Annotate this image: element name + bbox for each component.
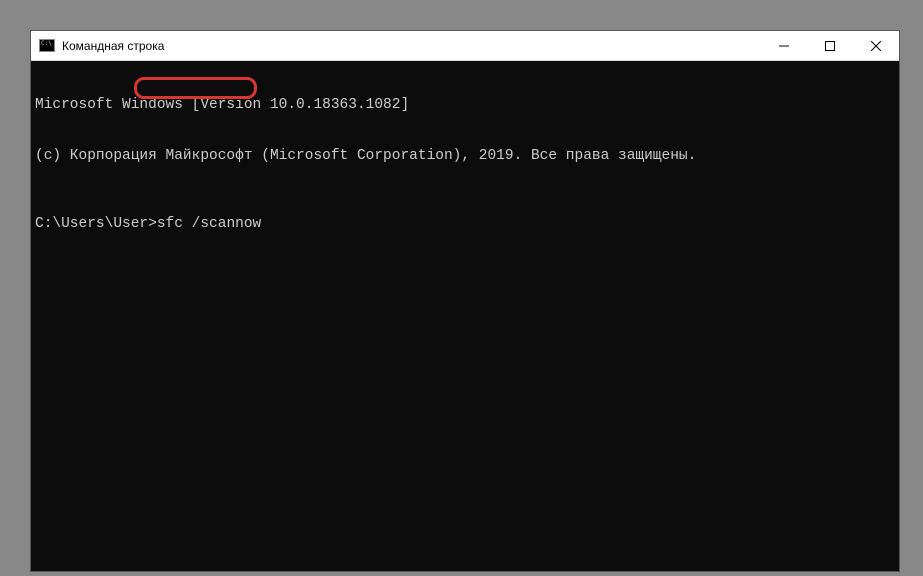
window-controls [761, 31, 899, 60]
window-titlebar[interactable]: Командная строка [31, 31, 899, 61]
maximize-icon [825, 41, 835, 51]
window-title: Командная строка [62, 39, 761, 53]
prompt-line: C:\Users\User>sfc /scannow [35, 216, 895, 233]
prompt-text: C:\Users\User> [35, 216, 157, 232]
cmd-icon [39, 39, 55, 52]
command-text: sfc /scannow [157, 216, 261, 232]
command-prompt-window: Командная строка Microsoft Windows [Vers… [30, 30, 900, 572]
minimize-icon [779, 41, 789, 51]
version-line: Microsoft Windows [Version 10.0.18363.10… [35, 97, 895, 114]
close-icon [871, 41, 881, 51]
minimize-button[interactable] [761, 31, 807, 60]
copyright-line: (c) Корпорация Майкрософт (Microsoft Cor… [35, 148, 895, 165]
close-button[interactable] [853, 31, 899, 60]
maximize-button[interactable] [807, 31, 853, 60]
terminal-output[interactable]: Microsoft Windows [Version 10.0.18363.10… [31, 61, 899, 571]
